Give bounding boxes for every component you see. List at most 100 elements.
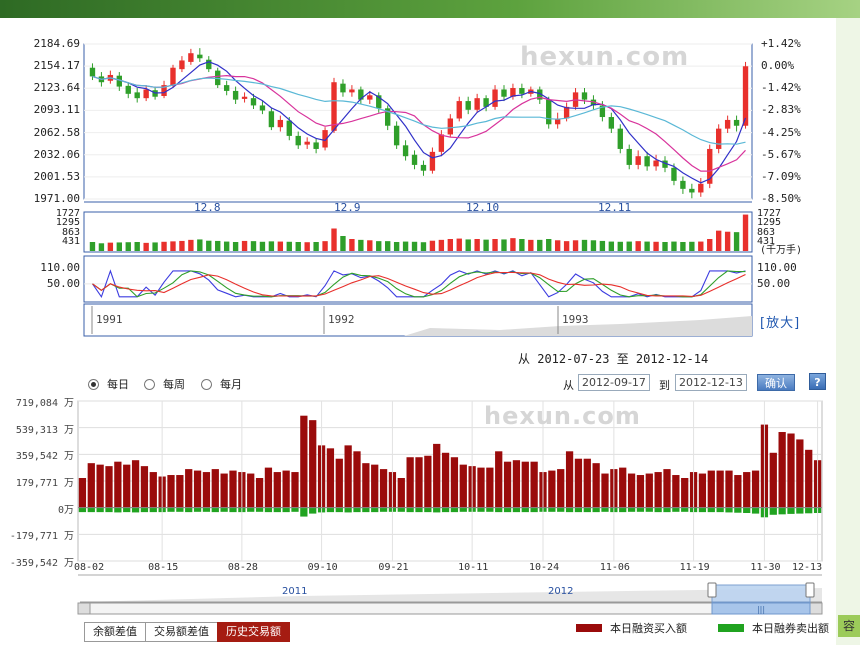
sell-bar bbox=[805, 507, 813, 514]
navigator-year-label: 1991 bbox=[96, 313, 123, 326]
buy-bar bbox=[743, 472, 751, 508]
buy-bar bbox=[371, 464, 379, 508]
legend-sell: 本日融券卖出额 bbox=[718, 620, 829, 636]
sell-bar bbox=[193, 507, 202, 512]
pct-tick-label: 0.00% bbox=[761, 59, 795, 73]
sell-bar bbox=[220, 507, 228, 512]
volume-bar bbox=[492, 239, 498, 251]
bar-xtick-label: 12-13 bbox=[792, 562, 823, 573]
buy-bar bbox=[105, 466, 113, 508]
buy-bar bbox=[424, 455, 432, 508]
buy-bar bbox=[379, 469, 388, 508]
sell-bar bbox=[751, 507, 760, 514]
candle-body bbox=[644, 156, 650, 167]
radio-daily[interactable] bbox=[88, 378, 99, 390]
sell-bar bbox=[716, 507, 724, 513]
osc-tick-label-right: 50.00 bbox=[757, 276, 791, 290]
buy-bar bbox=[362, 463, 370, 508]
buy-bar bbox=[96, 464, 104, 508]
sell-bar bbox=[450, 507, 459, 513]
price-tick-label: 1971.00 bbox=[33, 192, 80, 205]
candle-body bbox=[671, 167, 677, 181]
volume-bar bbox=[125, 242, 131, 251]
volume-bar bbox=[599, 240, 606, 251]
candle-body bbox=[698, 183, 704, 193]
volume-bar bbox=[107, 242, 114, 251]
tab-turnover-diff[interactable]: 交易额差值 bbox=[145, 622, 217, 642]
buy-bar bbox=[663, 469, 671, 508]
sell-bar bbox=[229, 507, 237, 513]
candle-body bbox=[134, 92, 140, 99]
navigator-year-label: 2012 bbox=[548, 586, 574, 597]
sell-bar bbox=[583, 507, 591, 513]
confirm-button[interactable]: 确认 bbox=[757, 374, 795, 391]
navigator-right-handle bbox=[805, 582, 815, 598]
help-button[interactable]: ? bbox=[809, 373, 826, 390]
candle-body bbox=[733, 119, 740, 126]
candle-body bbox=[295, 135, 301, 146]
buy-bar bbox=[557, 469, 565, 508]
sell-bar bbox=[636, 507, 645, 512]
radio-weekly[interactable] bbox=[144, 378, 155, 390]
freq-weekly-label: 每周 bbox=[163, 378, 185, 391]
buy-bar bbox=[202, 472, 211, 508]
volume-bar bbox=[635, 241, 641, 251]
sell-bar bbox=[415, 507, 423, 513]
candle-body bbox=[617, 128, 623, 149]
buy-bar bbox=[344, 445, 352, 508]
sell-bar bbox=[362, 507, 370, 513]
volume-bar bbox=[519, 239, 525, 251]
volume-bar bbox=[626, 241, 632, 251]
freq-weekly-option[interactable]: 每周 bbox=[144, 376, 185, 392]
bar-ytick-label: -179,771 万 bbox=[9, 531, 74, 543]
candle-body bbox=[519, 88, 525, 94]
volume-bar bbox=[590, 240, 597, 251]
price-tick-label: 2062.58 bbox=[33, 125, 80, 139]
bar-ytick-label: 539,313 万 bbox=[15, 424, 74, 436]
tab-history-turnover[interactable]: 历史交易额 bbox=[217, 622, 290, 642]
bar-ytick-label: 719,084 万 bbox=[15, 398, 74, 409]
buy-bar bbox=[751, 470, 760, 508]
volume-bar bbox=[358, 239, 364, 251]
sell-bar bbox=[521, 507, 529, 513]
buy-bar bbox=[176, 475, 184, 508]
buy-bar bbox=[787, 433, 795, 508]
candle-body bbox=[188, 53, 194, 62]
radio-monthly[interactable] bbox=[201, 378, 212, 390]
corner-icon: 容 bbox=[838, 615, 860, 637]
buy-bar bbox=[167, 475, 175, 508]
tab-balance-diff[interactable]: 余额差值 bbox=[84, 622, 145, 642]
sell-bar bbox=[282, 507, 290, 513]
candle-body bbox=[447, 118, 453, 135]
month-axis-label: 12.8 bbox=[194, 201, 221, 214]
date-range-label: 从 2012-07-23 至 2012-12-14 bbox=[518, 352, 709, 366]
legend-buy-swatch bbox=[576, 624, 602, 632]
sell-bar bbox=[548, 507, 556, 512]
buy-bar bbox=[636, 475, 645, 508]
buy-bar bbox=[707, 470, 715, 508]
volume-bar bbox=[241, 240, 248, 251]
sell-bar bbox=[185, 507, 193, 513]
from-date-input[interactable]: 2012-09-17 bbox=[578, 374, 650, 391]
margin-trading-bar-chart: ||| bbox=[77, 400, 823, 615]
volume-bar bbox=[179, 240, 185, 251]
sell-bar bbox=[441, 507, 450, 513]
enlarge-button[interactable]: [放大] bbox=[760, 312, 800, 331]
freq-monthly-option[interactable]: 每月 bbox=[201, 376, 242, 392]
sell-bar bbox=[326, 507, 335, 513]
pct-tick-label: +1.42% bbox=[761, 37, 801, 50]
freq-daily-option[interactable]: 每日 bbox=[88, 376, 129, 392]
legend-sell-label: 本日融券卖出额 bbox=[752, 622, 829, 635]
buy-bar bbox=[397, 477, 405, 508]
candle-body bbox=[429, 151, 436, 171]
candle-body bbox=[465, 101, 471, 110]
sell-bar bbox=[433, 507, 441, 513]
to-date-input[interactable]: 2012-12-13 bbox=[675, 374, 747, 391]
candle-body bbox=[546, 99, 552, 125]
buy-bar bbox=[530, 461, 538, 508]
buy-bar bbox=[326, 448, 335, 508]
volume-bar bbox=[644, 241, 650, 251]
volume-bar bbox=[188, 239, 194, 251]
volume-bar bbox=[286, 241, 292, 251]
volume-bar bbox=[689, 241, 695, 251]
